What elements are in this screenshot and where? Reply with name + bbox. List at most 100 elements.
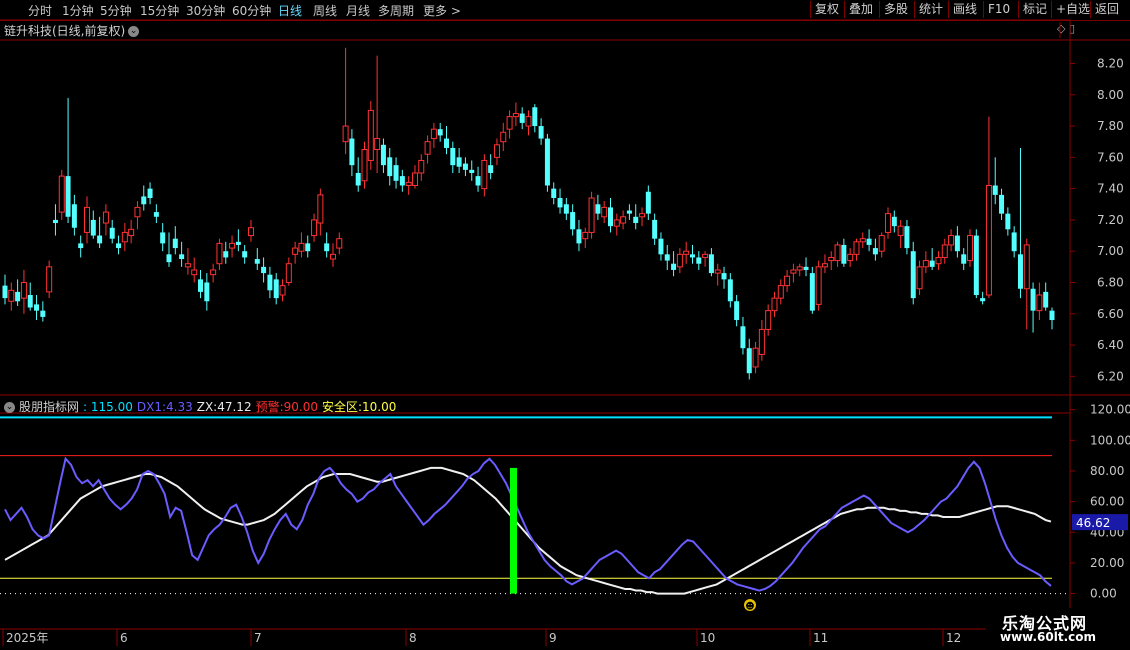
candle-body [1017, 254, 1023, 289]
candle-body [399, 176, 405, 186]
candle-body [71, 204, 77, 228]
candle-body [488, 165, 494, 173]
candle-body [83, 206, 90, 233]
candle-body [671, 263, 677, 270]
candle-body [563, 204, 569, 214]
price-tick-label: 8.20 [1097, 56, 1124, 70]
time-label: 8 [409, 631, 417, 645]
candle-body [941, 244, 948, 258]
candle-body [973, 235, 979, 296]
candle-body [462, 163, 468, 170]
candle-body [803, 266, 809, 270]
candle-body [519, 113, 525, 123]
candle-body [380, 144, 386, 166]
candle-body [147, 188, 153, 199]
candle-body [821, 263, 828, 268]
candle-body [878, 235, 885, 252]
candle-body [620, 216, 627, 224]
candle-body [500, 131, 507, 143]
candle-body [734, 301, 740, 321]
candle-body [34, 304, 40, 311]
indicator-field-0: : 115.00 [83, 400, 133, 414]
candle-body [790, 269, 797, 274]
candle-body [242, 251, 248, 258]
candle-body [493, 144, 500, 158]
candle-body [267, 274, 273, 291]
candle-body [752, 347, 759, 368]
candle-body [166, 254, 172, 263]
candle-body [475, 176, 481, 186]
candle-body [607, 207, 613, 227]
candle-body [588, 197, 595, 233]
candle-body [696, 257, 702, 264]
price-tick-label: 7.80 [1097, 119, 1124, 133]
candle-body [639, 213, 646, 218]
candle-body [374, 138, 381, 151]
candle-body [1023, 244, 1030, 290]
indicator-name: 股朋指标网 [19, 400, 80, 414]
candle-body [317, 194, 324, 224]
candle-body [582, 231, 589, 240]
candle-body [134, 206, 141, 218]
candle-body [721, 273, 727, 280]
ind-tick-label: 60.00 [1090, 495, 1124, 509]
candle-body [329, 253, 336, 260]
indicator-chevron-icon[interactable]: ⌄ [4, 402, 15, 413]
indicator-field-2: ZX:47.12 [196, 400, 252, 414]
chart-canvas[interactable]: 8.20 8.00 7.80 7.60 7.40 7.20 7.00 6.80 6.60 6.40… [0, 0, 1130, 650]
candle-body [633, 216, 639, 224]
candle-body [999, 194, 1005, 214]
candle-body [65, 176, 71, 217]
candle-body [247, 227, 254, 237]
candle-body [153, 212, 159, 217]
candle-body [777, 285, 784, 299]
candle-body [544, 138, 550, 186]
price-tick-label: 7.20 [1097, 213, 1124, 227]
candle-body [645, 191, 651, 214]
candle-body [595, 204, 601, 214]
candle-body [758, 328, 765, 355]
candle-body [512, 113, 519, 118]
candle-body [285, 263, 292, 283]
candle-body [866, 238, 872, 245]
candle-body [191, 269, 198, 276]
watermark: 乐淘公式网 www.60lt.com [986, 608, 1130, 650]
candle-body [90, 219, 96, 236]
candle-body [361, 149, 368, 182]
candle-body [141, 196, 147, 205]
candle-body [992, 185, 998, 195]
candle-body [324, 243, 330, 252]
candle-body [809, 273, 815, 311]
candle-body [52, 219, 58, 224]
candle-body [664, 254, 670, 261]
candle-body [20, 281, 27, 299]
candle-body [342, 125, 349, 143]
candle-body [128, 228, 135, 237]
candle-body [935, 256, 942, 265]
candle-body [853, 241, 860, 255]
candle-body [1030, 288, 1036, 311]
candle-body [676, 253, 683, 268]
candle-body [1011, 232, 1017, 252]
candle-body [576, 229, 582, 244]
candle-body [922, 260, 929, 268]
candle-body [210, 269, 217, 276]
candle-body [570, 212, 576, 230]
candle-body [46, 266, 53, 293]
time-label: 10 [700, 631, 715, 645]
candle-body [411, 172, 418, 186]
candle-body [557, 198, 563, 208]
candle-body [223, 251, 229, 258]
price-tick-label: 7.40 [1097, 182, 1124, 196]
candle-body [27, 295, 33, 308]
candle-body [904, 226, 910, 249]
time-label: 7 [254, 631, 262, 645]
candle-body [784, 275, 791, 287]
price-tick-label: 7.60 [1097, 150, 1124, 164]
candle-body [658, 238, 664, 255]
candle-body [235, 241, 241, 245]
candle-body [172, 238, 178, 249]
ind-tick-label: 120.00 [1090, 403, 1130, 417]
candle-body [355, 172, 361, 186]
candle-body [532, 107, 538, 127]
